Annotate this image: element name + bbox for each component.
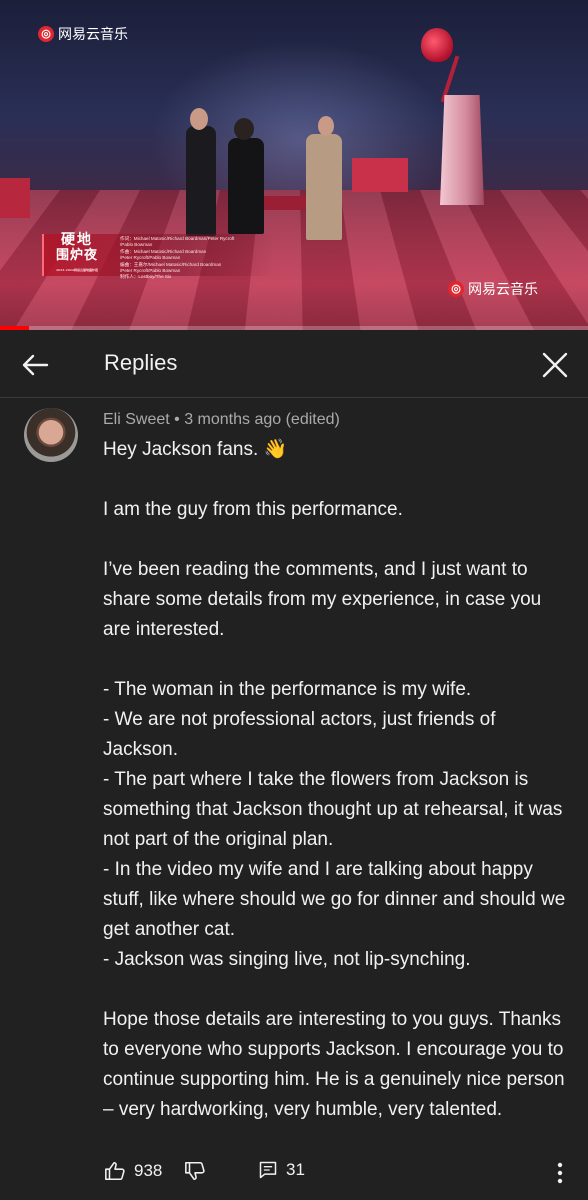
back-button[interactable] <box>18 348 52 382</box>
close-icon <box>542 352 568 378</box>
netease-watermark: ◎ 网易云音乐 <box>448 279 538 299</box>
replies-header: Replies <box>0 330 588 398</box>
credit-line: 制作人：Lostboy/The Six <box>120 274 172 280</box>
netease-watermark-text: 网易云音乐 <box>468 281 538 297</box>
comment-paragraph: - Jackson was singing live, not lip-sync… <box>103 949 471 970</box>
performer-woman <box>228 138 264 234</box>
reply-button[interactable]: 31 <box>258 1160 305 1180</box>
show-title-line1: 硬地 <box>61 231 93 248</box>
netease-logo: ◎ 网易云音乐 <box>38 24 128 44</box>
like-count: 938 <box>134 1161 163 1180</box>
thumbs-down-icon <box>185 1161 205 1181</box>
comment-paragraph: I am the guy from this performance. <box>103 499 403 520</box>
close-button[interactable] <box>538 348 572 382</box>
song-credits-overlay: 硬地 围炉夜 2023-2024网易云硬地围炉夜 作词：Michael Mato… <box>42 231 274 279</box>
comment-paragraph: - The woman in the performance is my wif… <box>103 679 472 700</box>
comment-meta: Eli Sweet • 3 months ago (edited) <box>103 411 340 428</box>
comment-thread-root: Eli Sweet • 3 months ago (edited) Hey Ja… <box>0 399 588 1200</box>
comment-paragraph: - In the video my wife and I are talking… <box>103 859 566 940</box>
stage-couch-right <box>352 158 408 192</box>
performer-left-head <box>190 108 208 130</box>
performer-woman-head <box>234 118 254 140</box>
dislike-button[interactable] <box>184 1160 206 1182</box>
stage-couch-left <box>0 178 30 218</box>
comment-paragraph: - The part where I take the flowers from… <box>103 769 563 850</box>
thumbs-up-icon <box>105 1161 125 1181</box>
vase-prop <box>440 95 484 205</box>
performer-left <box>186 126 216 236</box>
comment-paragraph: - We are not professional actors, just f… <box>103 709 496 760</box>
comment-actions: 938 31 <box>0 1158 588 1188</box>
performer-right <box>306 134 342 240</box>
video-player[interactable]: ◎ 网易云音乐 硬地 围炉夜 2023-2024网易云硬地围炉夜 作词：Mich… <box>0 0 588 330</box>
rose-prop <box>421 28 453 62</box>
reply-count: 31 <box>286 1160 305 1179</box>
show-title: 硬地 围炉夜 2023-2024网易云硬地围炉夜 <box>44 231 110 276</box>
more-vertical-icon <box>557 1162 563 1184</box>
netease-logo-text: 网易云音乐 <box>58 26 128 42</box>
credit-lines: 作词：Michael Matosic/Richard Boardman/Pete… <box>110 234 274 279</box>
avatar[interactable] <box>24 408 78 462</box>
comment-paragraph: Hey Jackson fans. 👋 <box>103 439 288 460</box>
netease-watermark-icon: ◎ <box>448 281 464 297</box>
show-title-line2: 围炉夜 <box>55 247 98 263</box>
arrow-left-icon <box>22 354 49 376</box>
comment-paragraph: Hope those details are interesting to yo… <box>103 1009 565 1120</box>
reply-comment-icon <box>259 1161 277 1179</box>
netease-logo-icon: ◎ <box>38 26 54 42</box>
more-options-button[interactable] <box>550 1160 570 1186</box>
show-title-sub: 2023-2024网易云硬地围炉夜 <box>56 267 98 272</box>
page-title: Replies <box>104 350 178 375</box>
performer-right-head <box>318 116 334 136</box>
comment-paragraph: I’ve been reading the comments, and I ju… <box>103 559 542 640</box>
like-button[interactable]: 938 <box>104 1160 162 1182</box>
comment-body: Hey Jackson fans. 👋 I am the guy from th… <box>103 435 569 1125</box>
